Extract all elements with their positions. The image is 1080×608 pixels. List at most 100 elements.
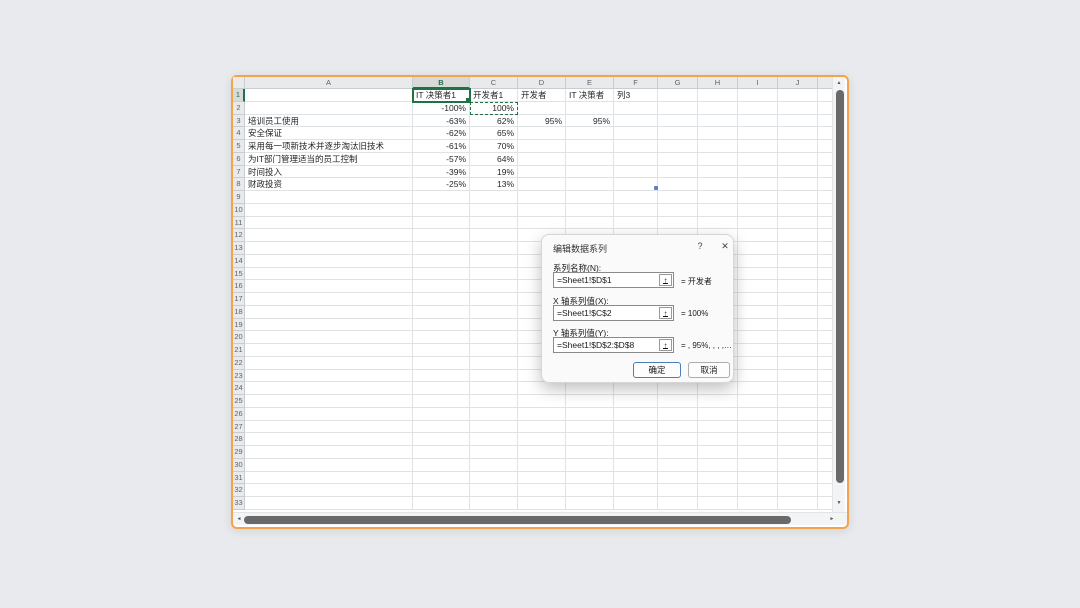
cell[interactable]	[738, 395, 778, 408]
cell[interactable]	[778, 319, 818, 332]
cell[interactable]	[470, 319, 518, 332]
cell[interactable]	[566, 446, 614, 459]
cell[interactable]	[658, 459, 698, 472]
cell[interactable]	[658, 382, 698, 395]
cell-B6[interactable]: -57%	[413, 153, 470, 166]
cell[interactable]	[738, 127, 778, 140]
cell[interactable]	[778, 89, 818, 102]
cell[interactable]	[245, 319, 413, 332]
x-values-input[interactable]: =Sheet1!$C$2 ↑	[553, 305, 674, 321]
row-header-22[interactable]: 22	[233, 357, 245, 370]
cell[interactable]	[698, 127, 738, 140]
cell[interactable]	[614, 484, 658, 497]
cell[interactable]	[470, 370, 518, 383]
cell[interactable]	[738, 217, 778, 230]
cell[interactable]	[658, 178, 698, 191]
cell[interactable]	[566, 497, 614, 510]
cell[interactable]	[738, 484, 778, 497]
cell[interactable]	[778, 178, 818, 191]
cell[interactable]	[778, 255, 818, 268]
row-header-12[interactable]: 12	[233, 229, 245, 242]
cell[interactable]	[738, 153, 778, 166]
row-header-27[interactable]: 27	[233, 421, 245, 434]
cell[interactable]	[698, 497, 738, 510]
vertical-scroll-thumb[interactable]	[836, 90, 844, 483]
cell[interactable]	[614, 382, 658, 395]
cell-F1[interactable]: 列3	[614, 89, 658, 102]
cell[interactable]	[614, 140, 658, 153]
cell[interactable]	[698, 217, 738, 230]
cell[interactable]	[470, 242, 518, 255]
row-header-2[interactable]: 2	[233, 102, 245, 115]
cell[interactable]	[658, 89, 698, 102]
cell[interactable]	[245, 497, 413, 510]
cell[interactable]	[245, 395, 413, 408]
cell[interactable]	[518, 484, 566, 497]
cell-A8[interactable]: 财政投资	[245, 178, 413, 191]
close-icon[interactable]: ✕	[719, 241, 731, 252]
cell[interactable]	[245, 280, 413, 293]
cell[interactable]	[778, 268, 818, 281]
cell[interactable]	[470, 229, 518, 242]
cell[interactable]	[245, 217, 413, 230]
cell[interactable]	[470, 497, 518, 510]
cell[interactable]	[413, 229, 470, 242]
cell[interactable]	[738, 459, 778, 472]
cell[interactable]	[778, 242, 818, 255]
cell[interactable]	[566, 382, 614, 395]
cell[interactable]	[245, 357, 413, 370]
cell-A4[interactable]: 安全保证	[245, 127, 413, 140]
cell[interactable]	[738, 446, 778, 459]
cell[interactable]	[470, 395, 518, 408]
cell[interactable]	[698, 191, 738, 204]
row-header-4[interactable]: 4	[233, 127, 245, 140]
cell[interactable]	[413, 268, 470, 281]
y-values-input[interactable]: =Sheet1!$D$2:$D$8 ↑	[553, 337, 674, 353]
cell[interactable]	[778, 497, 818, 510]
cell[interactable]	[245, 293, 413, 306]
cell[interactable]	[245, 344, 413, 357]
cell[interactable]	[778, 115, 818, 128]
cell[interactable]	[698, 140, 738, 153]
cell[interactable]	[245, 191, 413, 204]
row-header-20[interactable]: 20	[233, 331, 245, 344]
cell[interactable]	[738, 115, 778, 128]
cell[interactable]	[778, 102, 818, 115]
col-header-D[interactable]: D	[518, 77, 566, 89]
cell[interactable]	[566, 421, 614, 434]
cell[interactable]	[413, 191, 470, 204]
range-picker-icon[interactable]: ↑	[659, 307, 672, 319]
cell[interactable]	[470, 280, 518, 293]
cell[interactable]	[518, 497, 566, 510]
cell[interactable]	[470, 357, 518, 370]
cell[interactable]	[413, 319, 470, 332]
cell-C4[interactable]: 65%	[470, 127, 518, 140]
cell[interactable]	[566, 127, 614, 140]
cell-D1[interactable]: 开发者	[518, 89, 566, 102]
cell-C2[interactable]: 100%	[470, 102, 518, 115]
cell[interactable]	[738, 178, 778, 191]
cell[interactable]	[778, 459, 818, 472]
cell[interactable]	[566, 217, 614, 230]
cell[interactable]	[698, 459, 738, 472]
cell[interactable]	[413, 331, 470, 344]
cell[interactable]	[778, 421, 818, 434]
cell[interactable]	[413, 357, 470, 370]
cell[interactable]	[245, 472, 413, 485]
cell[interactable]	[245, 255, 413, 268]
cell[interactable]	[778, 204, 818, 217]
cell[interactable]	[778, 472, 818, 485]
cell[interactable]	[413, 344, 470, 357]
cell[interactable]	[738, 382, 778, 395]
cell[interactable]	[698, 115, 738, 128]
cell[interactable]	[698, 408, 738, 421]
row-header-15[interactable]: 15	[233, 268, 245, 281]
cell[interactable]	[778, 433, 818, 446]
cell[interactable]	[698, 382, 738, 395]
cell[interactable]	[614, 433, 658, 446]
cell[interactable]	[518, 191, 566, 204]
col-header-I[interactable]: I	[738, 77, 778, 89]
cell[interactable]	[413, 280, 470, 293]
cell[interactable]	[245, 421, 413, 434]
scroll-left-icon[interactable]: ◄	[234, 513, 244, 526]
